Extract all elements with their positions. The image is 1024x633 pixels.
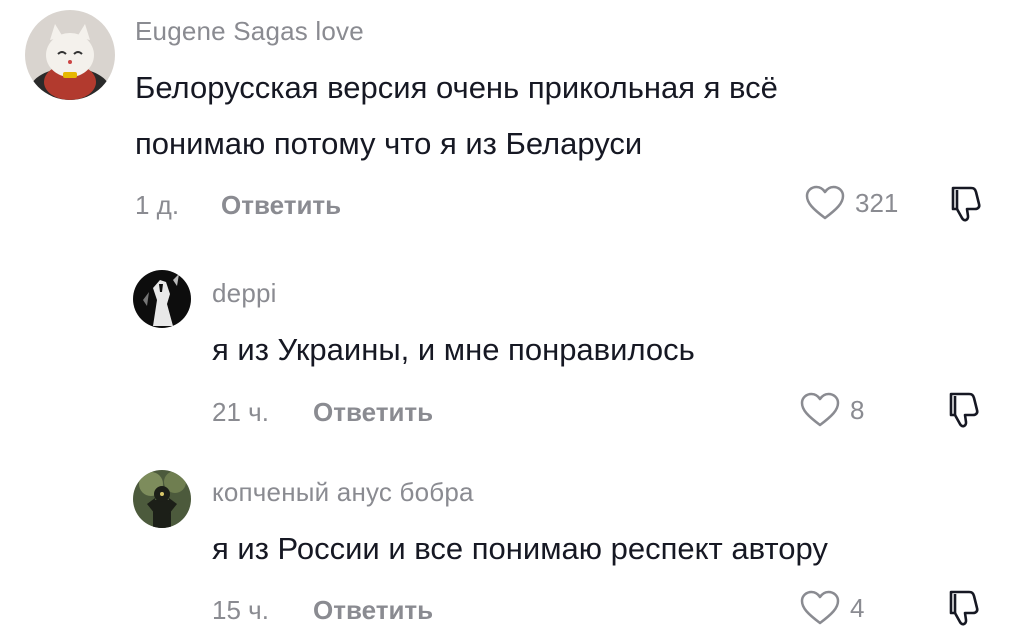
comment-username[interactable]: копченый анус бобра xyxy=(212,477,474,508)
avatar[interactable] xyxy=(133,270,191,328)
comment-text-line-1: я из Украины, и мне понравилось xyxy=(212,332,695,367)
heart-outline-icon xyxy=(800,590,840,625)
like-count: 4 xyxy=(850,592,865,623)
like-count: 8 xyxy=(850,394,865,425)
dislike-button[interactable] xyxy=(943,390,983,430)
comment-item: копченый анус бобра я из России и все по… xyxy=(0,0,1024,626)
comment-timestamp: 15 ч. xyxy=(212,595,269,625)
comment-timestamp: 21 ч. xyxy=(212,397,269,427)
reply-button[interactable]: Ответить xyxy=(313,595,433,626)
like-button[interactable]: 4 xyxy=(800,590,864,626)
reply-button[interactable]: Ответить xyxy=(313,397,433,428)
thumbs-down-outline-icon xyxy=(949,590,979,626)
like-button[interactable]: 8 xyxy=(800,392,864,428)
thumbs-down-outline-icon xyxy=(949,392,979,428)
comment-text-line-1: я из России и все понимаю респект автору xyxy=(212,531,828,566)
comment-username[interactable]: deppi xyxy=(212,278,277,309)
heart-outline-icon xyxy=(800,392,840,427)
dislike-button[interactable] xyxy=(943,588,983,628)
avatar[interactable] xyxy=(133,470,191,528)
forest-figure-avatar-icon xyxy=(133,470,191,528)
dark-figure-avatar-icon xyxy=(133,270,191,328)
